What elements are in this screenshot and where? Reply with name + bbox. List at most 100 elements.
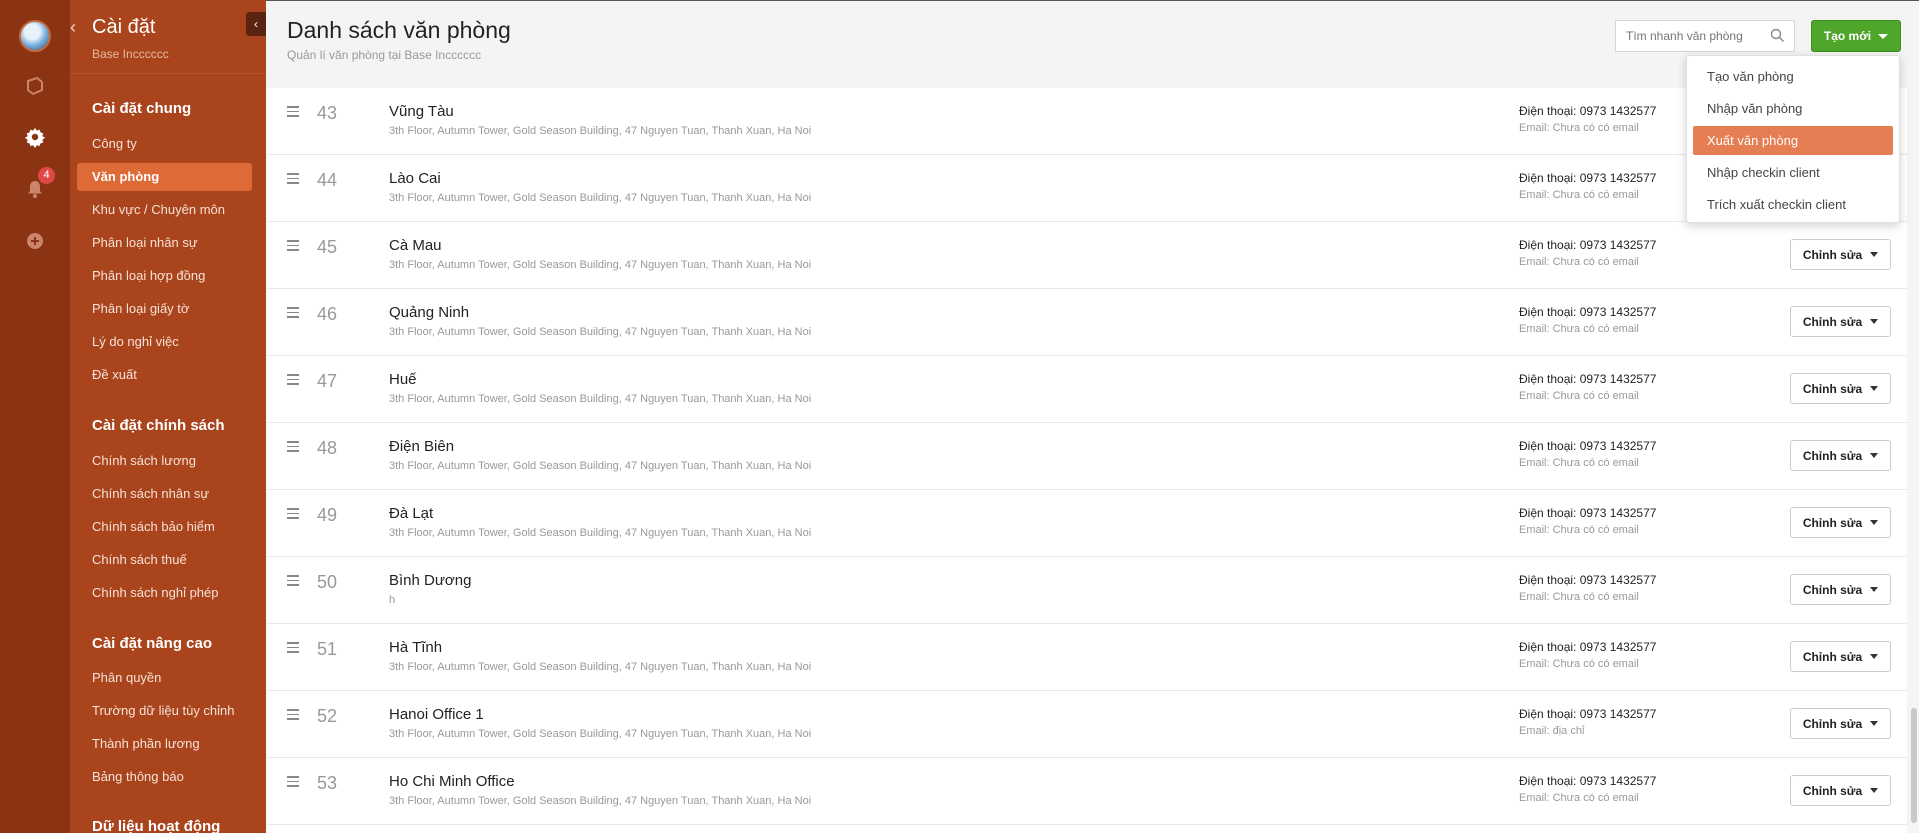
table-row[interactable]: 51 Hà Tĩnh 3th Floor, Autumn Tower, Gold… — [267, 624, 1907, 691]
collapse-sidebar-button[interactable]: ‹ — [246, 12, 266, 36]
office-phone: Điện thoại: 0973 1432577 — [1519, 573, 1657, 587]
drag-handle-icon[interactable] — [287, 106, 299, 120]
edit-button[interactable]: Chỉnh sửa — [1790, 574, 1891, 605]
office-phone: Điện thoại: 0973 1432577 — [1519, 372, 1657, 386]
plus-circle-icon[interactable] — [23, 229, 47, 253]
office-address: 3th Floor, Autumn Tower, Gold Season Bui… — [389, 527, 812, 539]
drag-handle-icon[interactable] — [287, 173, 299, 187]
back-arrow-icon[interactable]: ‹ — [70, 17, 76, 38]
drag-handle-icon[interactable] — [287, 776, 299, 790]
avatar[interactable] — [19, 20, 51, 52]
nav-item-leave-reason[interactable]: Lý do nghỉ việc — [92, 332, 179, 352]
drag-handle-icon[interactable] — [287, 642, 299, 656]
nav-item-notice-board[interactable]: Bảng thông báo — [92, 767, 184, 787]
menu-item-import-office[interactable]: Nhập văn phòng — [1693, 94, 1893, 123]
search-icon[interactable] — [1770, 28, 1785, 48]
row-number: 43 — [316, 103, 338, 123]
office-phone: Điện thoại: 0973 1432577 — [1519, 506, 1657, 520]
drag-handle-icon[interactable] — [287, 374, 299, 388]
create-new-button[interactable]: Tạo mới — [1811, 20, 1901, 52]
nav-item-custom-fields[interactable]: Trường dữ liệu tùy chỉnh — [92, 701, 235, 721]
office-email: Email: Chưa có có email — [1519, 390, 1639, 402]
menu-item-export-office[interactable]: Xuất văn phòng — [1693, 126, 1893, 155]
menu-item-create-office[interactable]: Tạo văn phòng — [1693, 62, 1893, 91]
table-row[interactable]: 52 Hanoi Office 1 3th Floor, Autumn Towe… — [267, 691, 1907, 758]
office-address: 3th Floor, Autumn Tower, Gold Season Bui… — [389, 661, 812, 673]
nav-item-tax-policy[interactable]: Chính sách thuế — [92, 550, 187, 570]
chevron-down-icon — [1870, 252, 1879, 257]
nav-item-leave-policy[interactable]: Chính sách nghỉ phép — [92, 583, 218, 603]
drag-handle-icon[interactable] — [287, 441, 299, 455]
row-number: 44 — [316, 170, 338, 190]
nav-item-permissions[interactable]: Phân quyền — [92, 668, 161, 688]
nav-item-office[interactable]: Văn phòng — [77, 163, 252, 191]
nav-item-area[interactable]: Khu vực / Chuyên môn — [92, 200, 225, 220]
row-number: 46 — [316, 304, 338, 324]
office-phone: Điện thoại: 0973 1432577 — [1519, 238, 1657, 252]
edit-button[interactable]: Chỉnh sửa — [1790, 708, 1891, 739]
table-row[interactable]: 46 Quảng Ninh 3th Floor, Autumn Tower, G… — [267, 289, 1907, 356]
nav-item-document-type[interactable]: Phân loại giấy tờ — [92, 299, 189, 319]
table-row[interactable]: 45 Cà Mau 3th Floor, Autumn Tower, Gold … — [267, 222, 1907, 289]
vertical-scrollbar[interactable] — [1911, 708, 1917, 823]
edit-label: Chỉnh sửa — [1802, 582, 1863, 597]
table-row[interactable]: 47 Huế 3th Floor, Autumn Tower, Gold Sea… — [267, 356, 1907, 423]
office-email: Email: Chưa có có email — [1519, 256, 1639, 268]
table-row[interactable]: 44 Lào Cai 3th Floor, Autumn Tower, Gold… — [267, 155, 1907, 222]
edit-button[interactable]: Chỉnh sửa — [1790, 373, 1891, 404]
nav-item-hr-policy[interactable]: Chính sách nhân sự — [92, 484, 209, 504]
create-new-label: Tạo mới — [1823, 29, 1872, 43]
edit-button[interactable]: Chỉnh sửa — [1790, 507, 1891, 538]
notification-badge: 4 — [38, 167, 55, 184]
chevron-down-icon — [1878, 33, 1889, 39]
office-phone: Điện thoại: 0973 1432577 — [1519, 305, 1657, 319]
search-input[interactable] — [1615, 20, 1795, 52]
row-number: 49 — [316, 505, 338, 525]
table-row[interactable]: 49 Đà Lạt 3th Floor, Autumn Tower, Gold … — [267, 490, 1907, 557]
office-name: Hanoi Office 1 — [389, 706, 484, 723]
office-email: Email: Chưa có có email — [1519, 122, 1639, 134]
office-email: Email: Chưa có có email — [1519, 658, 1639, 670]
office-name: Ho Chi Minh Office — [389, 773, 515, 790]
edit-label: Chỉnh sửa — [1802, 448, 1863, 463]
menu-item-export-checkin-client[interactable]: Trích xuất checkin client — [1693, 190, 1893, 219]
nav-item-insurance-policy[interactable]: Chính sách bảo hiểm — [92, 517, 215, 537]
gear-icon[interactable] — [23, 125, 47, 149]
office-email: Email: Chưa có có email — [1519, 457, 1639, 469]
table-row[interactable]: 48 Điện Biên 3th Floor, Autumn Tower, Go… — [267, 423, 1907, 490]
nav-item-salary-components[interactable]: Thành phần lương — [92, 734, 200, 754]
table-row[interactable]: 50 Bình Dương h Điện thoại: 0973 1432577… — [267, 557, 1907, 624]
edit-button[interactable]: Chỉnh sửa — [1790, 440, 1891, 471]
office-name: Vũng Tàu — [389, 103, 454, 120]
settings-nav: ‹ Cài đặt Base Incccccc ‹ Cài đặt chung … — [70, 0, 266, 833]
drag-handle-icon[interactable] — [287, 709, 299, 723]
create-dropdown-menu: Tạo văn phòng Nhập văn phòng Xuất văn ph… — [1686, 55, 1900, 223]
drag-handle-icon[interactable] — [287, 307, 299, 321]
office-email: Email: Chưa có có email — [1519, 792, 1639, 804]
edit-button[interactable]: Chỉnh sửa — [1790, 775, 1891, 806]
edit-button[interactable]: Chỉnh sửa — [1790, 239, 1891, 270]
row-number: 52 — [316, 706, 338, 726]
nav-item-proposal[interactable]: Đề xuất — [92, 365, 137, 385]
office-name: Lào Cai — [389, 170, 441, 187]
edit-button[interactable]: Chỉnh sửa — [1790, 306, 1891, 337]
box-icon[interactable] — [23, 74, 47, 98]
nav-item-staff-type[interactable]: Phân loại nhân sự — [92, 233, 198, 253]
drag-handle-icon[interactable] — [287, 575, 299, 589]
nav-item-contract-type[interactable]: Phân loại hợp đồng — [92, 266, 205, 286]
chevron-down-icon — [1870, 386, 1879, 391]
edit-label: Chỉnh sửa — [1802, 381, 1863, 396]
table-row[interactable]: 43 Vũng Tàu 3th Floor, Autumn Tower, Gol… — [267, 88, 1907, 155]
nav-item-salary-policy[interactable]: Chính sách lương — [92, 451, 196, 471]
chevron-down-icon — [1870, 319, 1879, 324]
nav-item-company[interactable]: Công ty — [92, 134, 137, 154]
drag-handle-icon[interactable] — [287, 240, 299, 254]
edit-label: Chỉnh sửa — [1802, 649, 1863, 664]
edit-label: Chỉnh sửa — [1802, 247, 1863, 262]
office-email: Email: Chưa có có email — [1519, 524, 1639, 536]
edit-button[interactable]: Chỉnh sửa — [1790, 641, 1891, 672]
row-number: 47 — [316, 371, 338, 391]
drag-handle-icon[interactable] — [287, 508, 299, 522]
table-row[interactable]: 53 Ho Chi Minh Office 3th Floor, Autumn … — [267, 758, 1907, 825]
menu-item-import-checkin-client[interactable]: Nhập checkin client — [1693, 158, 1893, 187]
